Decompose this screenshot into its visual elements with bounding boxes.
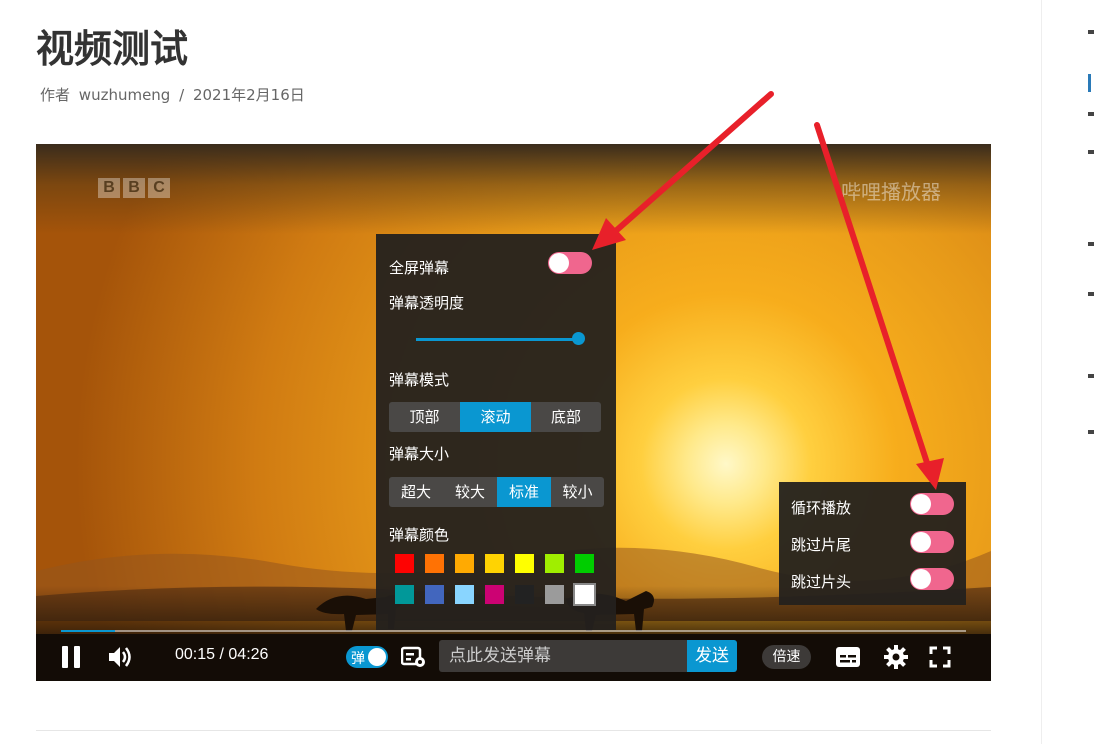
annotation-arrows	[592, 91, 944, 490]
content-divider	[36, 730, 991, 731]
